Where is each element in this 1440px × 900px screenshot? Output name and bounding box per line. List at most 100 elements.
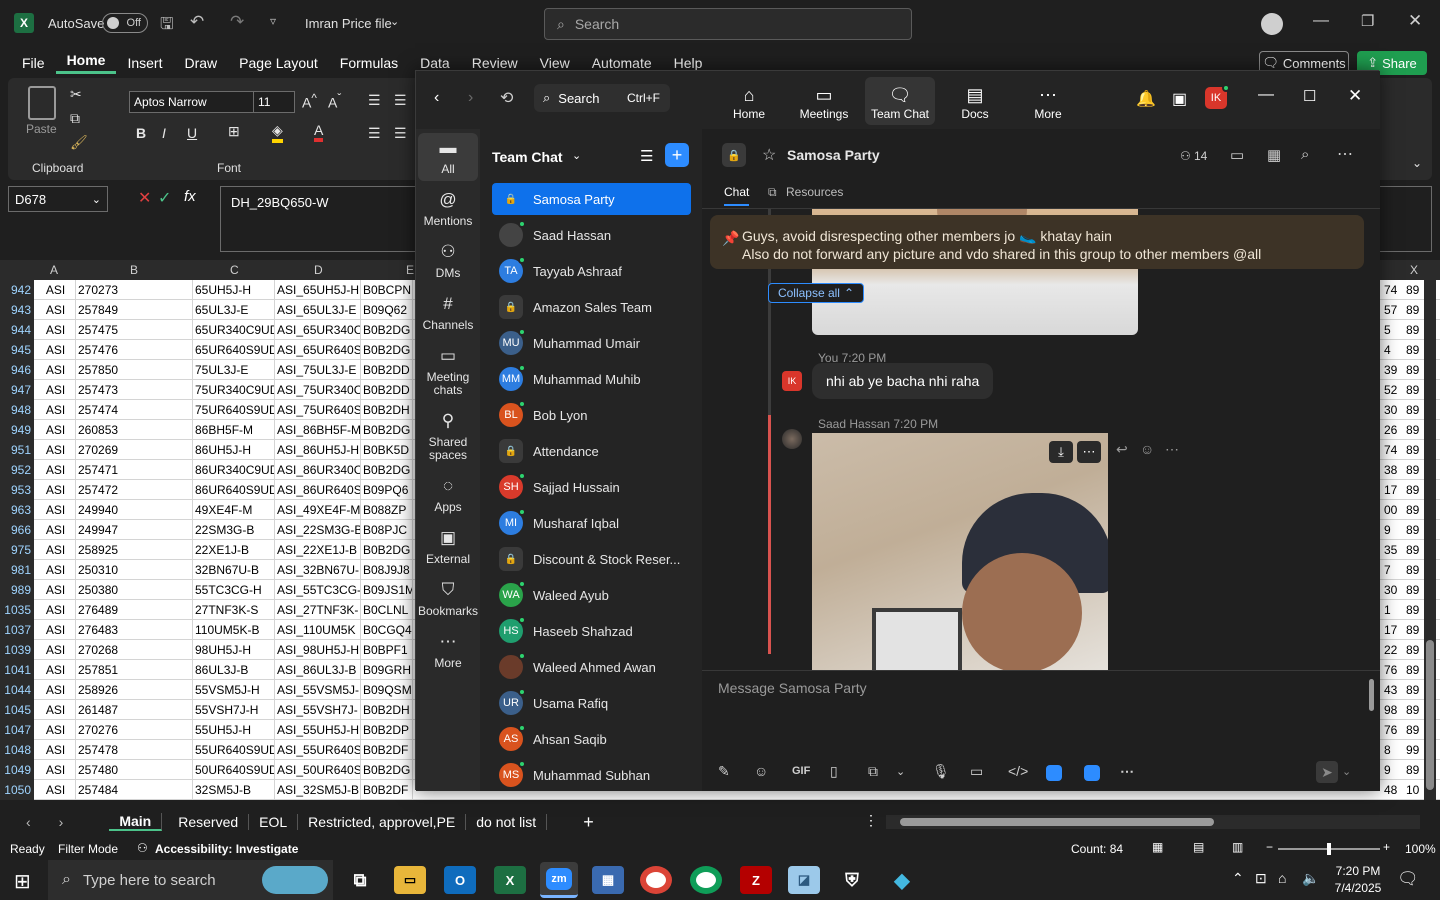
row-number[interactable]: 963 xyxy=(0,500,34,520)
table-cell[interactable]: 257474 xyxy=(76,400,193,420)
chevron-down-icon[interactable]: ⌄ xyxy=(572,149,581,162)
col-x-header[interactable]: X xyxy=(1410,263,1418,277)
show-hidden-icons[interactable]: ⌃ xyxy=(1232,870,1244,887)
table-cell[interactable]: B08PJC xyxy=(361,520,413,540)
close-icon[interactable]: ✕ xyxy=(1348,86,1362,106)
font-size-select[interactable]: 11 xyxy=(253,91,295,113)
align-middle-icon[interactable]: ☰ xyxy=(394,92,407,109)
table-cell[interactable]: B09PQ6 xyxy=(361,480,413,500)
row-number[interactable]: 947 xyxy=(0,380,34,400)
table-cell[interactable]: ASI_110UM5K xyxy=(275,620,361,640)
rail-apps[interactable]: ◌ Apps xyxy=(418,477,478,514)
profile-avatar[interactable]: IK xyxy=(1205,84,1230,109)
account-avatar-icon[interactable] xyxy=(1261,13,1283,35)
forward-icon[interactable]: › xyxy=(468,89,473,107)
row-number[interactable]: 951 xyxy=(0,440,34,460)
gift-icon[interactable]: ▣ xyxy=(1172,89,1187,109)
download-icon[interactable]: ⤓ xyxy=(1049,441,1073,463)
table-cell[interactable]: 55UH5J-H xyxy=(193,720,275,740)
nav-team-chat[interactable]: 🗨 Team Chat xyxy=(865,77,935,125)
col-d-header[interactable]: D xyxy=(314,263,323,277)
chat-list-item[interactable]: 🔒 Discount & Stock Reser... xyxy=(492,543,691,575)
chrome-profile-icon[interactable] xyxy=(690,866,722,894)
table-cell[interactable]: 30 xyxy=(1384,400,1406,420)
table-cell[interactable]: ASI xyxy=(34,440,76,460)
row-number[interactable]: 966 xyxy=(0,520,34,540)
row-number[interactable]: 942 xyxy=(0,280,34,300)
accessibility-status[interactable]: Accessibility: Investigate xyxy=(155,842,298,856)
table-cell[interactable]: ASI_55UR640S xyxy=(275,740,361,760)
table-cell[interactable]: 98UH5J-H xyxy=(193,640,275,660)
row-number[interactable]: 1050 xyxy=(0,780,34,800)
zoom-slider-thumb[interactable] xyxy=(1327,843,1331,855)
add-sheet-icon[interactable]: + xyxy=(583,812,594,833)
app-plugin-2-icon[interactable] xyxy=(1084,765,1100,781)
table-cell[interactable]: 86UL3J-B xyxy=(193,660,275,680)
underline-button[interactable]: U xyxy=(187,125,197,141)
calculator-icon[interactable]: ▦ xyxy=(592,866,624,894)
col-a-header[interactable]: A xyxy=(50,263,58,277)
maximize-icon[interactable]: ☐ xyxy=(1303,87,1316,105)
rail-channels[interactable]: # Channels xyxy=(418,295,478,332)
table-cell[interactable]: ASI xyxy=(34,500,76,520)
table-cell[interactable]: 49XE4F-M xyxy=(193,500,275,520)
table-cell[interactable]: 89 xyxy=(1406,500,1424,520)
file-icon[interactable]: ▯ xyxy=(830,763,838,780)
col-c-header[interactable]: C xyxy=(230,263,239,277)
taskbar-search-input[interactable]: ⌕ Type here to search xyxy=(48,860,333,900)
table-cell[interactable]: 249947 xyxy=(76,520,193,540)
table-cell[interactable]: 39 xyxy=(1384,360,1406,380)
chrome-icon[interactable] xyxy=(640,866,672,894)
filezilla-icon[interactable]: Z xyxy=(740,866,772,894)
table-cell[interactable]: B09QSM xyxy=(361,680,413,700)
table-cell[interactable]: ASI xyxy=(34,420,76,440)
table-cell[interactable]: 98 xyxy=(1384,700,1406,720)
table-cell[interactable]: 86UR640S9UD xyxy=(193,480,275,500)
table-cell[interactable]: ASI_55TC3CG- xyxy=(275,580,361,600)
row-number[interactable]: 1035 xyxy=(0,600,34,620)
table-cell[interactable]: 89 xyxy=(1406,400,1424,420)
table-cell[interactable]: 89 xyxy=(1406,340,1424,360)
font-name-select[interactable]: Aptos Narrow xyxy=(129,91,257,113)
table-cell[interactable]: 65UR640S9UD xyxy=(193,340,275,360)
table-cell[interactable]: 257471 xyxy=(76,460,193,480)
table-cell[interactable]: 89 xyxy=(1406,700,1424,720)
table-cell[interactable]: ASI xyxy=(34,400,76,420)
restore-icon[interactable]: ❐ xyxy=(1361,12,1374,30)
format-icon[interactable]: ✎ xyxy=(718,763,730,780)
table-cell[interactable]: ASI_65UL3J-E xyxy=(275,300,361,320)
zoom-in-icon[interactable]: + xyxy=(1383,840,1390,854)
table-cell[interactable]: 89 xyxy=(1406,280,1424,300)
table-cell[interactable]: B0B2DP xyxy=(361,720,413,740)
table-cell[interactable]: 250310 xyxy=(76,560,193,580)
tab-chat[interactable]: Chat xyxy=(724,185,750,206)
table-cell[interactable]: ASI_75UR340C xyxy=(275,380,361,400)
rail-dms[interactable]: ⚇ DMs xyxy=(418,243,478,280)
prev-sheet-icon[interactable]: ‹ xyxy=(26,814,31,830)
rail-meeting-chats[interactable]: ▭ Meeting chats xyxy=(418,347,478,397)
table-cell[interactable]: ASI_86UL3J-B xyxy=(275,660,361,680)
table-cell[interactable]: 89 xyxy=(1406,680,1424,700)
send-options-icon[interactable]: ⌄ xyxy=(1342,765,1351,778)
table-cell[interactable]: 32SM5J-B xyxy=(193,780,275,800)
task-view-icon[interactable]: ⧉ xyxy=(344,866,376,894)
table-cell[interactable]: 258926 xyxy=(76,680,193,700)
copy-icon[interactable]: ⧉ xyxy=(70,110,80,127)
table-cell[interactable]: 55VSM5J-H xyxy=(193,680,275,700)
excel-search-input[interactable]: ⌕ Search xyxy=(544,8,912,40)
table-cell[interactable]: B0BCPN xyxy=(361,280,413,300)
table-cell[interactable]: 89 xyxy=(1406,620,1424,640)
cancel-entry-icon[interactable]: ✕ xyxy=(138,188,151,208)
table-cell[interactable]: ASI xyxy=(34,580,76,600)
menu-page-layout[interactable]: Page Layout xyxy=(228,55,329,71)
chat-list-item[interactable]: Waleed Ahmed Awan xyxy=(492,651,691,683)
table-cell[interactable]: 1 xyxy=(1384,600,1406,620)
undo-icon[interactable]: ↶ xyxy=(190,12,204,32)
table-cell[interactable]: ASI_75UR640S xyxy=(275,400,361,420)
members-icon[interactable]: ⚇ xyxy=(1180,149,1191,163)
table-cell[interactable]: 89 xyxy=(1406,640,1424,660)
sheet-options-icon[interactable]: ⋮ xyxy=(864,812,878,829)
table-cell[interactable]: B0BPF1 xyxy=(361,640,413,660)
table-cell[interactable]: 4 xyxy=(1384,340,1406,360)
volume-icon[interactable]: 🔈 xyxy=(1302,870,1319,887)
